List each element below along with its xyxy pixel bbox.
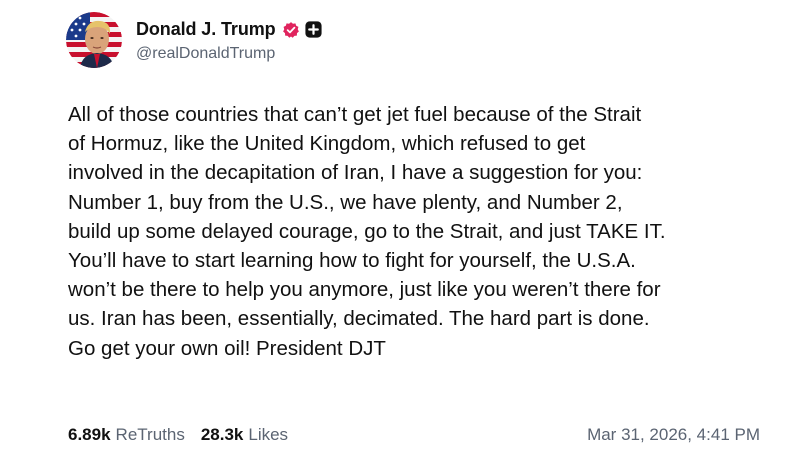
likes-count: 28.3k bbox=[200, 425, 244, 444]
post-card: Donald J. Trump @realDonaldTrump All of bbox=[0, 0, 800, 450]
post-text-line: involved in the decapitation of Iran, I … bbox=[68, 161, 643, 185]
author-handle[interactable]: @realDonaldTrump bbox=[136, 45, 322, 63]
post-footer: 6.89k ReTruths 28.3k Likes Mar 31, 2026,… bbox=[68, 422, 760, 448]
post-timestamp[interactable]: Mar 31, 2026, 4:41 PM bbox=[587, 425, 760, 445]
name-row: Donald J. Trump bbox=[136, 18, 322, 42]
post-text-line: Go get your own oil! President DJT bbox=[68, 336, 386, 360]
post-header: Donald J. Trump @realDonaldTrump bbox=[66, 12, 322, 68]
plus-badge-icon bbox=[304, 21, 322, 38]
post-text-line: won’t be there to help you anymore, just… bbox=[68, 278, 661, 302]
post-text-line: All of those countries that can’t get je… bbox=[68, 103, 642, 126]
verified-badge-icon bbox=[282, 21, 300, 39]
post-text-line: us. Iran has been, essentially, decimate… bbox=[68, 307, 650, 331]
flag-portrait-avatar-icon bbox=[66, 12, 122, 68]
post-text-line: of Hormuz, like the United Kingdom, whic… bbox=[68, 132, 586, 156]
author-name[interactable]: Donald J. Trump bbox=[136, 19, 276, 40]
post-text-line: build up some delayed courage, go to the… bbox=[68, 219, 666, 243]
avatar[interactable] bbox=[66, 12, 122, 68]
post-text-line: You’ll have to start learning how to fig… bbox=[68, 249, 636, 273]
retruths-count: 6.89k bbox=[68, 425, 111, 444]
retruths-stat[interactable]: 6.89k ReTruths bbox=[68, 425, 185, 445]
likes-stat[interactable]: 28.3k Likes bbox=[201, 425, 288, 445]
post-text-line: Number 1, buy from the U.S., we have ple… bbox=[68, 190, 623, 214]
author-identity: Donald J. Trump @realDonaldTrump bbox=[136, 18, 322, 63]
post-body: All of those countries that can’t get je… bbox=[68, 100, 768, 363]
retruths-label: ReTruths bbox=[115, 425, 185, 444]
likes-label: Likes bbox=[248, 425, 289, 444]
